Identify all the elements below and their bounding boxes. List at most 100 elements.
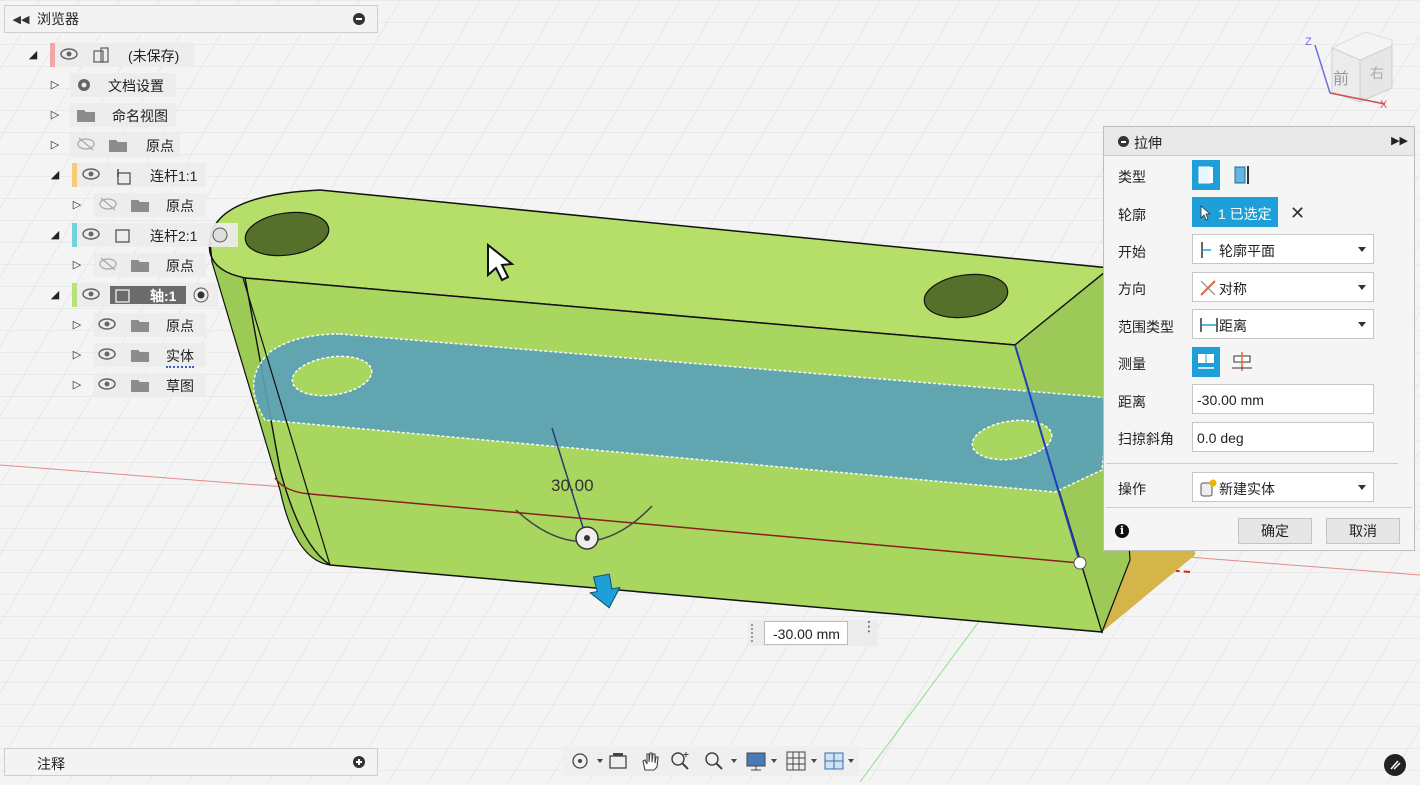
operation-dropdown[interactable]: 新建实体 (1192, 472, 1374, 502)
expand-triangle-icon[interactable]: ▷ (70, 378, 84, 392)
browser-title: 浏览器 (37, 11, 79, 27)
expand-triangle-icon[interactable]: ▷ (70, 318, 84, 332)
component-joint-icon (114, 167, 134, 188)
tree-item-link2[interactable]: ◢ 连杆2:1 (0, 223, 240, 247)
grid-snap-icon[interactable] (785, 750, 821, 772)
dimension-input-box: -30.00 mm ⋮ (748, 619, 878, 646)
tree-item-label: 连杆2:1 (150, 228, 198, 244)
dialog-header[interactable]: 拉伸 ▶▶ (1104, 127, 1414, 156)
feedback-icon[interactable] (1384, 754, 1406, 776)
tree-item-label: 文档设置 (108, 78, 164, 94)
tree-item-origin[interactable]: ▷ 原点 (0, 253, 220, 277)
folder-icon (76, 107, 96, 126)
info-icon[interactable]: i (1115, 524, 1129, 538)
tree-item-label: 原点 (166, 258, 194, 274)
pan-hand-icon[interactable] (639, 750, 661, 772)
taper-angle-input[interactable]: 0.0 deg (1192, 422, 1374, 452)
ok-button[interactable]: 确定 (1238, 518, 1312, 544)
extrude-type-solid-button[interactable] (1192, 160, 1220, 190)
tree-item-origin[interactable]: ▷ 原点 (0, 133, 200, 157)
profile-select-button[interactable]: 1 已选定 (1192, 197, 1278, 227)
expand-triangle-icon[interactable]: ◢ (26, 48, 40, 62)
symmetric-icon (1200, 280, 1216, 296)
tree-item-origin[interactable]: ▷ 原点 (0, 313, 220, 337)
eye-icon[interactable] (98, 347, 116, 364)
expand-triangle-icon[interactable]: ▷ (70, 258, 84, 272)
eye-icon[interactable] (82, 167, 100, 184)
eye-hidden-icon[interactable] (98, 197, 118, 214)
zoom-icon[interactable] (669, 750, 693, 772)
viewcube-right[interactable]: 右 (1370, 65, 1384, 81)
folder-icon (130, 197, 150, 216)
measure-from-face-button[interactable] (1228, 347, 1256, 377)
tree-item-sketches[interactable]: ▷ 草图 (0, 373, 220, 397)
eye-icon[interactable] (82, 287, 100, 304)
clear-selection-icon[interactable]: ✕ (1290, 203, 1305, 224)
cancel-button[interactable]: 取消 (1326, 518, 1400, 544)
expand-notes-icon[interactable] (353, 756, 365, 768)
drag-grip-icon[interactable] (751, 624, 759, 642)
minimize-icon[interactable] (353, 13, 365, 25)
folder-icon (130, 317, 150, 336)
expand-triangle-icon[interactable]: ◢ (48, 288, 62, 302)
tree-item-label: 连杆1:1 (150, 168, 198, 184)
eye-icon[interactable] (98, 317, 116, 334)
expand-triangle-icon[interactable]: ◢ (48, 228, 62, 242)
viewcube-front[interactable]: 前 (1333, 70, 1349, 88)
activate-radio-icon[interactable] (212, 227, 228, 246)
extent-type-dropdown[interactable]: 距离 (1192, 309, 1374, 339)
expand-triangle-icon[interactable]: ◢ (48, 168, 62, 182)
notes-panel[interactable]: 注释 (4, 748, 378, 776)
expand-triangle-icon[interactable]: ▷ (70, 198, 84, 212)
folder-icon (108, 137, 128, 156)
distance-label: 距离 (1118, 394, 1146, 410)
extrude-dialog: 拉伸 ▶▶ 类型 轮廓 1 已选定 ✕ 开始 轮廓平面 方向 对称 范围类型 距… (1103, 126, 1415, 551)
operation-label: 操作 (1118, 481, 1146, 497)
eye-hidden-icon[interactable] (76, 137, 96, 154)
look-at-icon[interactable] (607, 750, 629, 772)
tree-item-label: 原点 (146, 138, 174, 154)
dimension-input[interactable]: -30.00 mm (764, 621, 848, 645)
display-settings-icon[interactable] (745, 750, 781, 772)
expand-triangle-icon[interactable]: ▷ (48, 108, 62, 122)
measure-from-profile-button[interactable] (1192, 347, 1220, 377)
axis-z-label: Z (1305, 36, 1312, 48)
new-body-icon (1200, 479, 1217, 497)
eye-icon[interactable] (60, 47, 78, 64)
zoom-window-icon[interactable] (703, 750, 739, 772)
extrude-type-thin-button[interactable] (1228, 160, 1256, 190)
tree-item-link1[interactable]: ◢ 连杆1:1 (0, 163, 220, 187)
tree-item-document-settings[interactable]: ▷ 文档设置 (0, 73, 200, 97)
distance-icon (1200, 318, 1218, 332)
cursor-select-icon (1200, 205, 1212, 221)
viewports-icon[interactable] (823, 750, 859, 772)
start-dropdown[interactable]: 轮廓平面 (1192, 234, 1374, 264)
tree-item-origin[interactable]: ▷ 原点 (0, 193, 220, 217)
orbit-icon[interactable] (569, 750, 605, 772)
tree-item-label: 实体 (166, 346, 194, 368)
tree-item-shaft[interactable]: ◢ 轴:1 (0, 283, 240, 307)
eye-hidden-icon[interactable] (98, 257, 118, 274)
origin-point[interactable] (1073, 556, 1087, 570)
expand-dialog-icon[interactable]: ▶▶ (1391, 134, 1408, 147)
distance-input[interactable]: -30.00 mm (1192, 384, 1374, 414)
eye-icon[interactable] (98, 377, 116, 394)
tree-item-bodies[interactable]: ▷ 实体 (0, 343, 220, 368)
expand-triangle-icon[interactable]: ▷ (48, 138, 62, 152)
active-radio-icon[interactable] (193, 287, 209, 306)
collapse-dialog-icon[interactable] (1118, 136, 1129, 147)
direction-dropdown[interactable]: 对称 (1192, 272, 1374, 302)
expand-triangle-icon[interactable]: ▷ (48, 78, 62, 92)
tree-item-root[interactable]: ◢ (未保存) (0, 43, 200, 67)
notes-title: 注释 (37, 756, 65, 772)
tree-item-label: 原点 (166, 318, 194, 334)
more-options-icon[interactable]: ⋮ (862, 619, 876, 633)
gear-icon (76, 77, 92, 96)
collapse-panel-icon[interactable]: ◀◀ (9, 13, 33, 26)
expand-triangle-icon[interactable]: ▷ (70, 348, 84, 362)
measure-label: 测量 (1118, 356, 1146, 372)
tree-item-named-views[interactable]: ▷ 命名视图 (0, 103, 200, 127)
eye-icon[interactable] (82, 227, 100, 244)
axis-x-label: X (1380, 99, 1388, 111)
navigation-toolbar (563, 746, 859, 776)
